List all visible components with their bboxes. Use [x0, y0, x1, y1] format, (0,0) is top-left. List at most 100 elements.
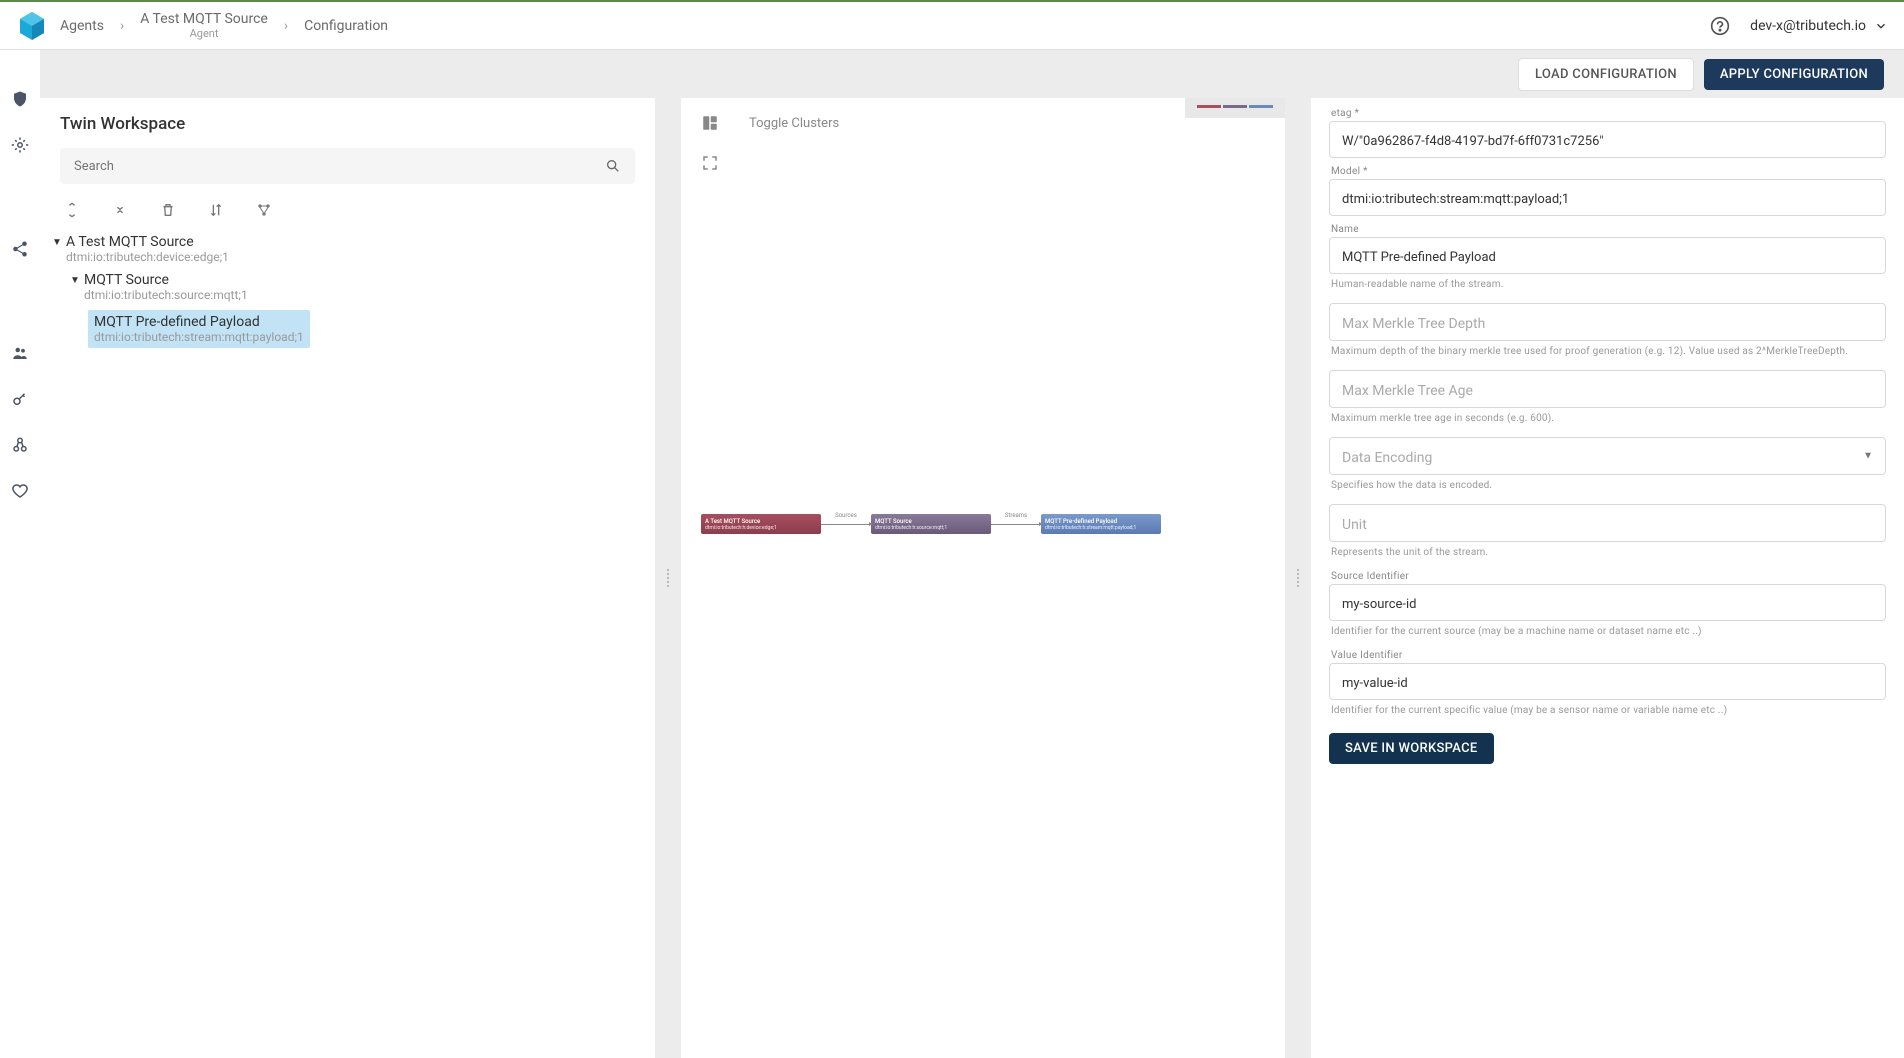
chevron-right-icon: › [284, 18, 288, 34]
collapse-all-icon[interactable] [112, 202, 128, 218]
breadcrumb-agents[interactable]: Agents [60, 18, 104, 34]
flow-node-sub: dtmi:io:tributech:h:stream:mqtt:payload;… [1045, 525, 1157, 531]
flow-node-stream[interactable]: MQTT Pre-defined Payload dtmi:io:tribute… [1041, 514, 1161, 534]
flow-conn-label: Streams [1005, 512, 1027, 519]
tree: ▼ A Test MQTT Source dtmi:io:tributech:de… [40, 226, 655, 356]
caret-icon[interactable]: ▼ [70, 275, 80, 286]
field-help: Identifier for the current specific valu… [1329, 700, 1886, 721]
field-label-etag: etag * [1329, 108, 1886, 119]
logo[interactable] [16, 10, 48, 42]
flow-connection: Streams [991, 514, 1041, 534]
minimap[interactable] [1185, 98, 1285, 118]
user-menu[interactable]: dev-x@tributech.io [1750, 18, 1888, 34]
field-value-id[interactable]: my-value-id [1329, 663, 1886, 700]
expand-all-icon[interactable] [64, 202, 80, 218]
field-label-srcid: Source Identifier [1329, 571, 1886, 582]
share-icon[interactable] [11, 240, 29, 258]
tree-node-source[interactable]: ▼ MQTT Source dtmi:io:tributech:source:mq… [52, 268, 643, 306]
field-help: Maximum merkle tree age in seconds (e.g.… [1329, 408, 1886, 429]
tree-toolbar [40, 194, 655, 226]
graph-icon[interactable] [256, 202, 272, 218]
panel-canvas[interactable]: Toggle Clusters A Test MQTT Source dtmi:… [681, 98, 1285, 1058]
flow-node-sub: dtmi:io:tributech:h:source:mqtt;1 [875, 525, 987, 531]
field-unit[interactable]: Unit [1329, 504, 1886, 542]
field-label-valid: Value Identifier [1329, 650, 1886, 661]
field-label-name: Name [1329, 224, 1886, 235]
node-dtmi: dtmi:io:tributech:device:edge;1 [52, 250, 643, 264]
flow-diagram: A Test MQTT Source dtmi:io:tributech:h:d… [701, 514, 1161, 534]
gear-icon[interactable] [11, 136, 29, 154]
panel-title: Twin Workspace [60, 114, 635, 134]
field-placeholder: Unit [1342, 513, 1873, 535]
field-name[interactable]: MQTT Pre-defined Payload [1329, 237, 1886, 274]
shield-icon[interactable] [11, 90, 29, 108]
node-dtmi: dtmi:io:tributech:stream:mqtt:payload;1 [94, 330, 304, 344]
flow-conn-label: Sources [835, 512, 857, 519]
chevron-down-icon: ▼ [1863, 451, 1873, 462]
tree-node-stream[interactable]: MQTT Pre-defined Payload dtmi:io:tribute… [52, 306, 643, 352]
field-model[interactable]: dtmi:io:tributech:stream:mqtt:payload;1 [1329, 179, 1886, 216]
field-help: Maximum depth of the binary merkle tree … [1329, 341, 1886, 362]
field-value: my-value-id [1342, 672, 1873, 693]
breadcrumb: Agents › A Test MQTT Source Agent › Conf… [60, 11, 1710, 40]
flow-node-title: A Test MQTT Source [705, 518, 817, 525]
chevron-down-icon [1874, 19, 1888, 33]
key-icon[interactable] [11, 390, 29, 408]
flow-node-sub: dtmi:io:tributech:h:device:edge;1 [705, 525, 817, 531]
panel-properties: etag * W/"0a962867-f4d8-4197-bd7f-6ff073… [1311, 98, 1904, 1058]
field-max-age[interactable]: Max Merkle Tree Age [1329, 370, 1886, 408]
field-value: dtmi:io:tributech:stream:mqtt:payload;1 [1342, 188, 1873, 209]
webhook-icon[interactable] [11, 436, 29, 454]
sort-icon[interactable] [208, 202, 224, 218]
flow-node-source[interactable]: MQTT Source dtmi:io:tributech:h:source:m… [871, 514, 991, 534]
layout-icon[interactable] [701, 114, 719, 132]
field-placeholder: Max Merkle Tree Age [1342, 379, 1873, 401]
field-help: Human-readable name of the stream. [1329, 274, 1886, 295]
help-icon[interactable] [1710, 16, 1730, 36]
tree-node-device[interactable]: ▼ A Test MQTT Source dtmi:io:tributech:de… [52, 230, 643, 268]
user-email: dev-x@tributech.io [1750, 18, 1866, 34]
field-max-depth[interactable]: Max Merkle Tree Depth [1329, 303, 1886, 341]
field-value: MQTT Pre-defined Payload [1342, 246, 1873, 267]
field-data-encoding[interactable]: Data Encoding ▼ [1329, 437, 1886, 475]
breadcrumb-source[interactable]: A Test MQTT Source Agent [140, 11, 268, 40]
search-box[interactable] [60, 148, 635, 184]
toggle-clusters-label[interactable]: Toggle Clusters [749, 116, 839, 131]
chevron-right-icon: › [120, 18, 124, 34]
panel-divider[interactable] [663, 98, 673, 1058]
fullscreen-icon[interactable] [701, 154, 719, 172]
flow-node-device[interactable]: A Test MQTT Source dtmi:io:tributech:h:d… [701, 514, 821, 534]
search-input[interactable] [74, 159, 605, 174]
field-help: Identifier for the current source (may b… [1329, 621, 1886, 642]
field-placeholder: Max Merkle Tree Depth [1342, 312, 1873, 334]
apply-config-button[interactable]: APPLY CONFIGURATION [1704, 59, 1884, 90]
flow-node-title: MQTT Source [875, 518, 987, 525]
field-value: W/"0a962867-f4d8-4197-bd7f-6ff0731c7256" [1342, 130, 1873, 151]
save-workspace-button[interactable]: SAVE IN WORKSPACE [1329, 733, 1494, 764]
heart-icon[interactable] [11, 482, 29, 500]
sidebar-nav [0, 50, 40, 1058]
node-label: A Test MQTT Source [66, 234, 194, 250]
action-bar: LOAD CONFIGURATION APPLY CONFIGURATION [40, 50, 1904, 98]
caret-icon[interactable]: ▼ [52, 237, 62, 248]
field-source-id[interactable]: my-source-id [1329, 584, 1886, 621]
panel-twin-workspace: Twin Workspace ▼ A Test MQTT Source [40, 98, 655, 1058]
field-help: Represents the unit of the stream. [1329, 542, 1886, 563]
breadcrumb-config[interactable]: Configuration [304, 18, 388, 34]
header: Agents › A Test MQTT Source Agent › Conf… [0, 2, 1904, 50]
search-icon [605, 158, 621, 174]
delete-icon[interactable] [160, 202, 176, 218]
users-icon[interactable] [11, 344, 29, 362]
node-label: MQTT Source [84, 272, 169, 288]
flow-connection: Sources [821, 514, 871, 534]
node-dtmi: dtmi:io:tributech:source:mqtt;1 [70, 288, 643, 302]
field-value: my-source-id [1342, 593, 1873, 614]
breadcrumb-source-label: A Test MQTT Source [140, 11, 268, 27]
field-placeholder: Data Encoding [1342, 446, 1873, 468]
breadcrumb-source-sub: Agent [190, 27, 219, 40]
load-config-button[interactable]: LOAD CONFIGURATION [1518, 58, 1694, 91]
field-help: Specifies how the data is encoded. [1329, 475, 1886, 496]
panel-divider[interactable] [1293, 98, 1303, 1058]
field-etag[interactable]: W/"0a962867-f4d8-4197-bd7f-6ff0731c7256" [1329, 121, 1886, 158]
field-label-model: Model * [1329, 166, 1886, 177]
